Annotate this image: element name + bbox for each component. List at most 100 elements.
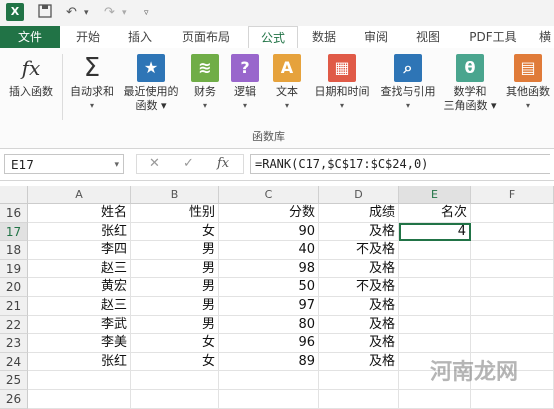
table-cell[interactable]: 80 (219, 315, 319, 335)
fx-icon[interactable]: fx (217, 155, 229, 173)
table-cell[interactable] (219, 371, 319, 390)
confirm-icon[interactable]: ✓ (183, 155, 194, 173)
table-cell[interactable]: 及格 (319, 352, 399, 372)
tab-view[interactable]: 视图 (408, 26, 448, 48)
table-cell[interactable]: 40 (219, 241, 319, 260)
table-cell[interactable] (131, 371, 219, 390)
redo-icon[interactable]: ↷ (104, 4, 115, 22)
table-cell[interactable]: 分数 (219, 204, 319, 223)
formula-input[interactable]: =RANK(C17,$C$17:$C$24,0) (250, 154, 550, 174)
table-cell[interactable]: 男 (131, 297, 219, 316)
table-cell[interactable] (399, 334, 471, 353)
redo-dropdown-icon[interactable]: ▾ (122, 4, 127, 22)
table-cell[interactable]: 李四 (28, 241, 131, 260)
tab-page-layout[interactable]: 页面布局 (170, 26, 242, 48)
table-cell[interactable]: 女 (131, 352, 219, 372)
more-functions-button[interactable]: ▤ 其他函数 ▾ (502, 54, 554, 113)
name-box[interactable]: E17 ▾ (4, 154, 124, 174)
table-cell[interactable] (131, 390, 219, 409)
column-header-f[interactable]: F (471, 186, 554, 204)
column-header-a[interactable]: A (28, 186, 131, 204)
tab-file[interactable]: 文件 (0, 26, 60, 48)
customize-toolbar-icon[interactable]: ▿ (144, 4, 149, 22)
table-cell[interactable] (399, 241, 471, 260)
tab-pdf-tools[interactable]: PDF工具 (458, 26, 528, 48)
table-cell[interactable] (319, 390, 399, 409)
table-cell[interactable]: 名次 (399, 204, 471, 223)
financial-button[interactable]: ≋ 财务 ▾ (188, 54, 222, 113)
row-header[interactable]: 24 (0, 352, 28, 372)
table-cell[interactable]: 李武 (28, 315, 131, 335)
cancel-icon[interactable]: ✕ (149, 155, 160, 173)
tab-home[interactable]: 开始 (66, 26, 110, 48)
table-cell[interactable]: 男 (131, 278, 219, 297)
table-cell[interactable]: 不及格 (319, 241, 399, 260)
table-cell[interactable]: 性别 (131, 204, 219, 223)
table-cell[interactable]: 男 (131, 315, 219, 335)
active-cell-e17[interactable]: 4 (399, 222, 471, 242)
undo-dropdown-icon[interactable]: ▾ (84, 4, 89, 22)
table-cell[interactable]: 赵三 (28, 259, 131, 279)
table-cell[interactable] (471, 204, 554, 223)
row-header[interactable]: 18 (0, 241, 28, 260)
insert-function-button[interactable]: fx 插入函数 (4, 54, 58, 99)
row-header[interactable]: 16 (0, 204, 28, 223)
table-cell[interactable]: 李美 (28, 334, 131, 353)
table-cell[interactable] (399, 259, 471, 279)
table-cell[interactable]: 89 (219, 352, 319, 372)
table-cell[interactable]: 张红 (28, 222, 131, 242)
row-header[interactable]: 20 (0, 278, 28, 297)
table-cell[interactable]: 96 (219, 334, 319, 353)
chevron-down-icon[interactable]: ▾ (114, 155, 119, 175)
logical-button[interactable]: ? 逻辑 ▾ (228, 54, 262, 113)
lookup-reference-button[interactable]: ⌕ 查找与引用 ▾ (376, 54, 440, 113)
table-cell[interactable] (471, 278, 554, 297)
save-icon[interactable] (38, 4, 52, 24)
table-cell[interactable] (471, 390, 554, 409)
table-cell[interactable]: 50 (219, 278, 319, 297)
table-cell[interactable] (219, 390, 319, 409)
table-cell[interactable] (471, 315, 554, 335)
table-cell[interactable]: 男 (131, 241, 219, 260)
autosum-button[interactable]: Σ 自动求和 ▾ (66, 54, 118, 113)
row-header[interactable]: 21 (0, 297, 28, 316)
tab-formulas[interactable]: 公式 (248, 26, 298, 49)
row-header[interactable]: 22 (0, 315, 28, 335)
table-cell[interactable]: 及格 (319, 297, 399, 316)
table-cell[interactable]: 黄宏 (28, 278, 131, 297)
table-cell[interactable] (471, 259, 554, 279)
recently-used-button[interactable]: ★ 最近使用的 函数 ▾ (120, 54, 182, 113)
table-cell[interactable] (471, 222, 554, 242)
table-cell[interactable]: 及格 (319, 259, 399, 279)
table-cell[interactable]: 姓名 (28, 204, 131, 223)
column-header-c[interactable]: C (219, 186, 319, 204)
table-cell[interactable] (471, 334, 554, 353)
table-cell[interactable] (399, 315, 471, 335)
row-header[interactable]: 25 (0, 371, 28, 390)
text-button[interactable]: A 文本 ▾ (270, 54, 304, 113)
select-all-corner[interactable] (0, 186, 28, 204)
row-header[interactable]: 23 (0, 334, 28, 353)
row-header[interactable]: 17 (0, 222, 28, 242)
math-trig-button[interactable]: θ 数学和 三角函数 ▾ (442, 54, 498, 113)
table-cell[interactable] (399, 297, 471, 316)
table-cell[interactable]: 男 (131, 259, 219, 279)
date-time-button[interactable]: ▦ 日期和时间 ▾ (310, 54, 374, 113)
table-cell[interactable]: 赵三 (28, 297, 131, 316)
table-cell[interactable] (471, 297, 554, 316)
table-cell[interactable]: 不及格 (319, 278, 399, 297)
column-header-b[interactable]: B (131, 186, 219, 204)
tab-insert[interactable]: 插入 (118, 26, 162, 48)
table-cell[interactable]: 女 (131, 222, 219, 242)
table-cell[interactable]: 女 (131, 334, 219, 353)
table-cell[interactable] (399, 278, 471, 297)
tab-review[interactable]: 审阅 (356, 26, 396, 48)
table-cell[interactable] (28, 390, 131, 409)
table-cell[interactable] (28, 371, 131, 390)
tab-data[interactable]: 数据 (304, 26, 344, 48)
table-cell[interactable]: 97 (219, 297, 319, 316)
row-header[interactable]: 26 (0, 390, 28, 409)
undo-icon[interactable]: ↶ (66, 4, 77, 22)
table-cell[interactable] (399, 390, 471, 409)
table-cell[interactable]: 及格 (319, 334, 399, 353)
